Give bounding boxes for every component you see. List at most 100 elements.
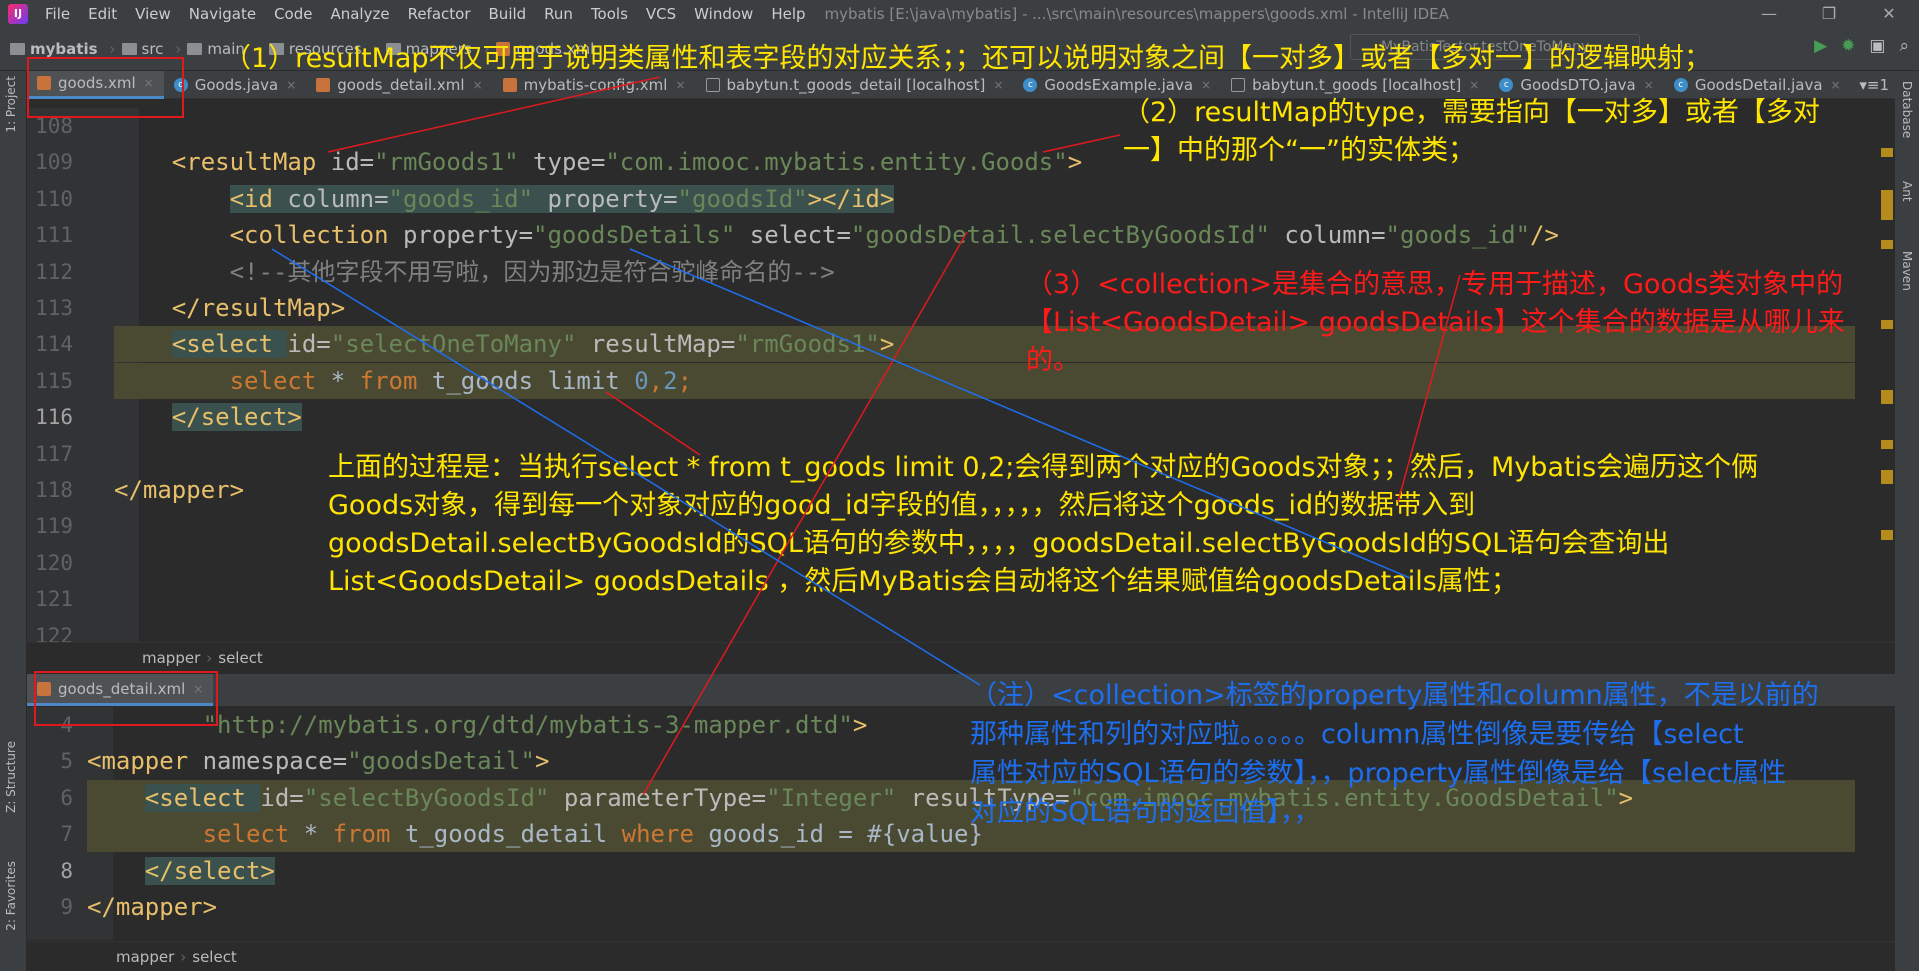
breadcrumb-label: src [141,39,164,58]
code-text: select * from t_goods limit 0,2; [114,363,692,399]
menu-build[interactable]: Build [480,5,536,23]
line-number: 5 [60,749,73,774]
maven-tool-button[interactable]: Maven [1900,251,1914,291]
breadcrumb-src[interactable]: src [121,39,164,58]
highlight-box-goods-detail-tab [34,671,218,726]
menu-refactor[interactable]: Refactor [399,5,480,23]
favorites-tool-button[interactable]: 2: Favorites [4,861,18,931]
code-token: <mapper [87,747,203,776]
crumb-select[interactable]: select [218,649,263,667]
close-tab-icon[interactable]: × [993,78,1003,92]
structure-tool-button[interactable]: Z: Structure [4,741,18,813]
line-number: 9 [60,895,73,919]
code-text: <resultMap id="rmGoods1" type="com.imooc… [114,144,1082,180]
tab-label: babytun.t_goods [localhost] [1252,75,1462,94]
code-token: "goodsDetail" [347,747,535,776]
line-number: 113 [35,296,73,320]
close-tab-icon[interactable]: × [1644,78,1654,92]
bottom-editor-breadcrumb: mapper › select [27,941,1895,971]
menu-help[interactable]: Help [762,5,814,23]
code-token: </resultMap> [171,294,346,322]
code-line: 9 </mapper> [27,889,1895,925]
code-token: "goodsDetail.selectByGoodsId" [850,221,1270,250]
menu-view[interactable]: View [126,5,180,23]
code-token: t_goods_detail [404,820,622,849]
xml-file-icon [502,77,517,92]
code-text: <!--其他字段不用写啦，因为那边是符合驼峰命名的--> [114,254,835,290]
table-file-icon [705,77,720,92]
code-token: "rmGoods1" [735,330,880,359]
debug-icon[interactable]: ✹ [1841,36,1855,56]
code-token: <collection [229,221,403,250]
code-token: "goods_id" [388,184,534,213]
tabs-overflow-button[interactable]: ▾≡1 [1859,76,1895,94]
code-token: </select> [144,856,275,885]
code-token: <id [229,184,288,213]
code-text: <select id="selectOneToMany" resultMap="… [114,326,894,362]
crumb-select[interactable]: select [192,948,237,966]
menu-code[interactable]: Code [265,5,321,23]
menu-run[interactable]: Run [535,5,582,23]
project-tool-button[interactable]: 1: Project [4,76,18,133]
code-text: <collection property="goodsDetails" sele… [114,217,1559,253]
search-icon[interactable]: ⌕ [1899,36,1909,56]
close-tab-icon[interactable]: × [675,78,685,92]
xml-file-icon [316,77,331,92]
menu-window[interactable]: Window [685,5,762,23]
close-tab-icon[interactable]: × [1469,78,1479,92]
line-number: 112 [35,259,73,284]
code-token: "goods_id" [1385,221,1531,250]
code-token: t_goods limit [431,366,635,395]
code-token: <select [171,330,288,359]
database-tool-button[interactable]: Database [1900,81,1914,138]
code-token: "selectByGoodsId" [303,783,550,812]
tab-label: GoodsExample.java [1044,75,1194,94]
error-stripe[interactable] [1881,140,1895,640]
code-token: parameterType= [549,783,767,812]
code-token: <!--其他字段不用写啦，因为那边是符合驼峰命名的--> [229,257,835,286]
layout-icon[interactable]: ▣ [1869,36,1885,56]
menu-vcs[interactable]: VCS [637,5,685,23]
menu-edit[interactable]: Edit [79,5,126,23]
crumb-mapper[interactable]: mapper [116,948,174,966]
code-line: 110 <id column="goods_id" property="good… [27,181,1895,217]
ant-tool-button[interactable]: Ant [1900,181,1914,202]
close-tab-icon[interactable]: × [286,78,296,92]
code-text: <mapper namespace="goodsDetail"> [87,743,549,779]
code-token: select [202,820,304,849]
menu-analyze[interactable]: Analyze [321,5,398,23]
tab-label: babytun.t_goods_detail [localhost] [726,75,986,94]
minimize-button[interactable]: — [1739,0,1799,27]
close-tab-icon[interactable]: × [1831,78,1841,92]
code-token: * [330,366,360,395]
close-tab-icon[interactable]: × [1201,78,1211,92]
close-button[interactable]: ✕ [1859,0,1919,27]
code-text: select * from t_goods_detail where goods… [87,816,983,852]
java-file-icon: c [1499,77,1514,92]
breadcrumb-mybatis[interactable]: mybatis [10,40,98,58]
tab-label: Goods.java [194,75,279,94]
line-number: 8 [60,858,73,883]
close-tab-icon[interactable]: × [473,78,483,92]
breadcrumb-label: mybatis [30,39,98,58]
code-token: property= [533,184,678,213]
menu-navigate[interactable]: Navigate [180,5,265,23]
code-token: > [534,747,550,776]
restore-button[interactable]: ❐ [1799,0,1859,27]
menu-tools[interactable]: Tools [582,5,637,23]
menu-file[interactable]: File [36,5,79,23]
code-text: </mapper> [114,472,244,508]
table-file-icon [1231,77,1246,92]
code-token: <select [144,783,261,812]
crumb-mapper[interactable]: mapper [142,649,200,667]
line-number: 7 [60,822,73,847]
folder-icon [10,42,25,55]
code-token: * [303,820,333,849]
run-icon[interactable]: ▶ [1814,36,1827,56]
line-number: 118 [35,478,73,502]
code-token: ; [677,366,693,395]
